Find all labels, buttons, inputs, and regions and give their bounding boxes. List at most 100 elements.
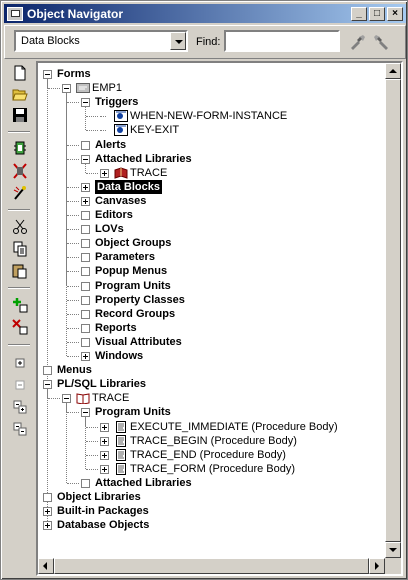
tree-node-label[interactable]: Visual Attributes (95, 335, 182, 349)
run-debug-icon[interactable] (9, 139, 31, 159)
expand-node-icon[interactable] (43, 507, 52, 517)
tree-node-label[interactable]: Canvases (95, 194, 146, 208)
title-bar[interactable]: Object Navigator _ □ × (4, 4, 406, 23)
tree-node[interactable]: Object Libraries (38, 490, 378, 504)
tree-node[interactable]: Database Objects (38, 518, 378, 532)
expand-node-icon[interactable] (43, 521, 52, 531)
tree-node-label[interactable]: Attached Libraries (95, 476, 192, 490)
tree-node[interactable]: WHEN-NEW-FORM-INSTANCE (38, 109, 378, 123)
tree-node-label[interactable]: Attached Libraries (95, 152, 192, 166)
tree-node-label[interactable]: Parameters (95, 250, 155, 264)
tree-node[interactable]: Triggers (38, 95, 378, 109)
tree-node-label[interactable]: TRACE_BEGIN (Procedure Body) (130, 434, 297, 448)
copy-icon[interactable] (9, 239, 31, 259)
tree-node[interactable]: Attached Libraries (38, 152, 378, 166)
minimize-button[interactable]: _ (351, 6, 367, 21)
tree-node[interactable]: PL/SQL Libraries (38, 377, 378, 391)
collapse-node-icon[interactable] (43, 70, 52, 79)
search-forward-icon[interactable] (348, 32, 368, 52)
tree-node[interactable]: EMP1 (38, 81, 378, 95)
tree-node-label[interactable]: Record Groups (95, 307, 175, 321)
tree-node[interactable]: Popup Menus (38, 264, 378, 278)
tree-node-label[interactable]: Forms (57, 67, 91, 81)
run-icon[interactable] (9, 183, 31, 203)
tree-node[interactable]: TRACE (38, 166, 378, 180)
scroll-up-icon[interactable] (385, 63, 401, 79)
dropdown-arrow-icon[interactable] (170, 32, 186, 50)
tree-node[interactable]: Forms (38, 67, 378, 81)
tree-node-label[interactable]: Built-in Packages (57, 504, 149, 518)
tree-node[interactable]: LOVs (38, 222, 378, 236)
tree-node[interactable]: TRACE (38, 391, 378, 405)
tree-node-label[interactable]: KEY-EXIT (130, 123, 179, 137)
compile-icon[interactable] (9, 161, 31, 181)
vertical-scrollbar[interactable] (385, 63, 401, 558)
tree-node-label[interactable]: Data Blocks (95, 179, 162, 194)
tree-node[interactable]: Editors (38, 208, 378, 222)
expand-node-icon[interactable] (81, 182, 90, 192)
tree-node[interactable]: Record Groups (38, 307, 378, 321)
tree-node-label[interactable]: TRACE_FORM (Procedure Body) (130, 462, 295, 476)
delete-icon[interactable] (9, 317, 31, 337)
tree-node-label[interactable]: Object Libraries (57, 490, 141, 504)
tree-node[interactable]: Canvases (38, 194, 378, 208)
expand-node-icon[interactable] (100, 422, 109, 432)
tree-node[interactable]: Data Blocks (38, 179, 378, 194)
tree-node-label[interactable]: Object Groups (95, 236, 171, 250)
expand-all-icon[interactable] (9, 397, 31, 417)
maximize-button[interactable]: □ (369, 6, 385, 21)
tree-node[interactable]: KEY-EXIT (38, 123, 378, 137)
tree-node[interactable]: TRACE_BEGIN (Procedure Body) (38, 434, 378, 448)
tree-node[interactable]: Attached Libraries (38, 476, 378, 490)
tree-node-label[interactable]: TRACE_END (Procedure Body) (130, 448, 286, 462)
view-select[interactable]: Data Blocks (14, 30, 188, 52)
tree-node-label[interactable]: WHEN-NEW-FORM-INSTANCE (130, 109, 287, 123)
tree-node-label[interactable]: PL/SQL Libraries (57, 377, 146, 391)
horizontal-scrollbar[interactable] (38, 558, 385, 574)
tree-node[interactable]: Program Units (38, 279, 378, 293)
tree-node[interactable]: Program Units (38, 405, 378, 419)
tree-node-label[interactable]: EXECUTE_IMMEDIATE (Procedure Body) (130, 420, 338, 434)
tree-node[interactable]: Windows (38, 349, 378, 363)
tree-node[interactable]: Alerts (38, 138, 378, 152)
save-icon[interactable] (9, 105, 31, 125)
tree-node[interactable]: Property Classes (38, 293, 378, 307)
tree-node[interactable]: EXECUTE_IMMEDIATE (Procedure Body) (38, 420, 378, 434)
tree-node-label[interactable]: EMP1 (92, 81, 122, 95)
collapse-node-icon[interactable] (81, 98, 90, 108)
expand-node-icon[interactable] (100, 168, 109, 178)
scroll-left-icon[interactable] (38, 558, 54, 574)
paste-icon[interactable] (9, 261, 31, 281)
vertical-scroll-thumb[interactable] (385, 79, 401, 542)
tree-node-label[interactable]: Alerts (95, 138, 126, 152)
collapse-node-icon[interactable] (81, 408, 90, 418)
expand-node-icon[interactable] (81, 352, 90, 361)
tree-node-label[interactable]: Editors (95, 208, 133, 222)
close-button[interactable]: × (387, 6, 403, 21)
tree-node-label[interactable]: TRACE (130, 166, 167, 180)
tree-node[interactable]: Menus (38, 363, 378, 377)
collapse-node-icon[interactable] (62, 394, 71, 404)
search-backward-icon[interactable] (371, 32, 391, 52)
find-input[interactable] (224, 30, 340, 52)
collapse-node-icon[interactable] (62, 84, 71, 94)
expand-node-icon[interactable] (100, 464, 109, 474)
tree-node[interactable]: Parameters (38, 250, 378, 264)
tree-node[interactable]: TRACE_FORM (Procedure Body) (38, 462, 378, 476)
expand-node-icon[interactable] (100, 436, 109, 446)
expand-node-icon[interactable] (100, 450, 109, 460)
expand-icon[interactable] (9, 353, 31, 373)
tree-node[interactable]: Reports (38, 321, 378, 335)
tree-node-label[interactable]: Program Units (95, 405, 171, 419)
tree-node-label[interactable]: Database Objects (57, 518, 149, 532)
tree-node[interactable]: Built-in Packages (38, 504, 378, 518)
horizontal-scroll-thumb[interactable] (54, 558, 369, 574)
tree-node-label[interactable]: Reports (95, 321, 137, 335)
collapse-node-icon[interactable] (81, 154, 90, 164)
new-document-icon[interactable] (9, 63, 31, 83)
tree-node-label[interactable]: Windows (95, 349, 143, 363)
scroll-right-icon[interactable] (369, 558, 385, 574)
open-folder-icon[interactable] (9, 84, 31, 104)
tree-node[interactable]: Visual Attributes (38, 335, 378, 349)
tree-node-label[interactable]: Property Classes (95, 293, 185, 307)
